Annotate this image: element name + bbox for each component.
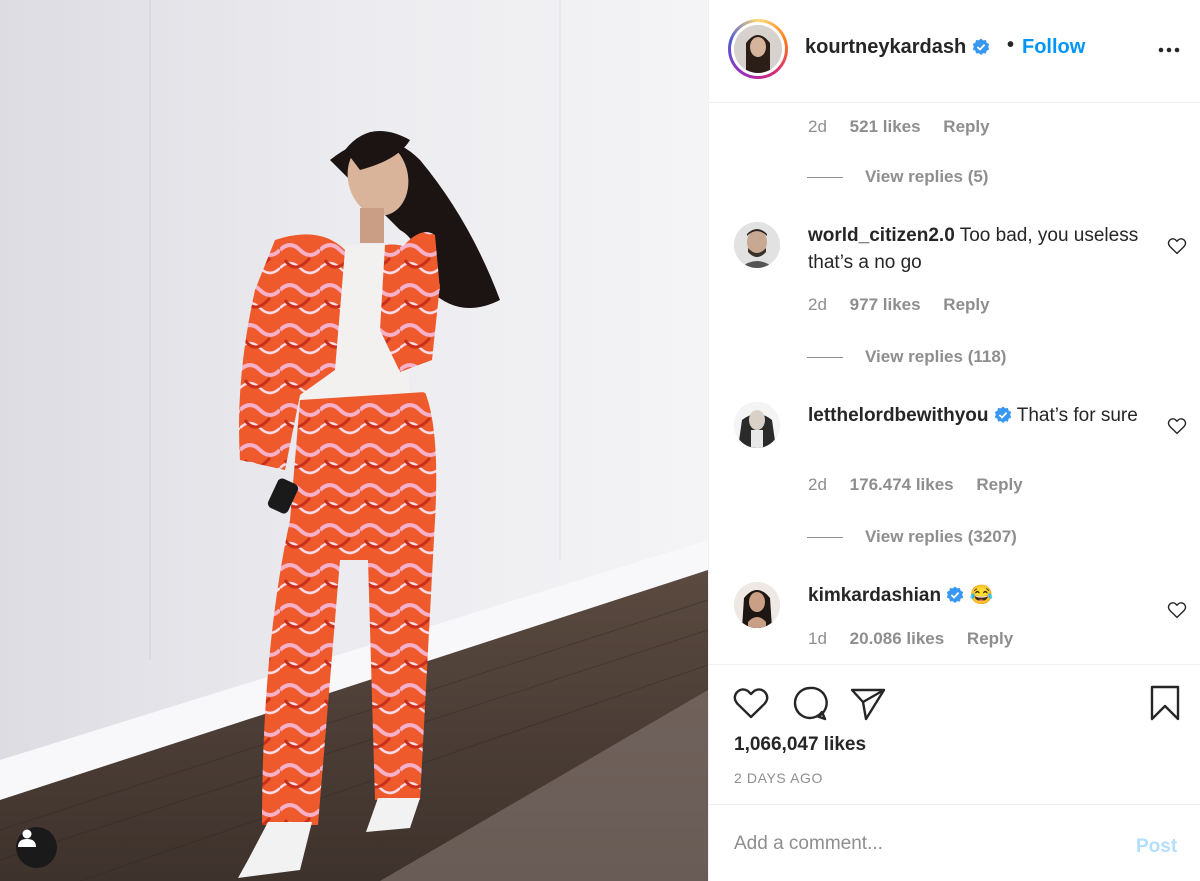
- comment-time: 2d: [808, 475, 827, 494]
- view-replies-button[interactable]: View replies (3207): [807, 527, 1017, 547]
- comment-meta: 2d 176.474 likes Reply: [808, 475, 1023, 495]
- post-comment-button[interactable]: Post: [1136, 836, 1177, 858]
- person-icon: [18, 829, 36, 847]
- author-avatar[interactable]: [728, 19, 788, 79]
- post-actions: 1,066,047 likes 2 DAYS AGO: [709, 664, 1200, 804]
- share-send-icon[interactable]: [849, 684, 887, 722]
- like-comment-heart-icon[interactable]: [1167, 601, 1187, 619]
- post-timestamp: 2 DAYS AGO: [734, 770, 823, 786]
- post-likes-count[interactable]: 1,066,047 likes: [734, 734, 866, 756]
- comments-list[interactable]: 2d 521 likes Reply View replies (5) worl…: [709, 104, 1200, 664]
- post-header: kourtneykardash • Follow: [709, 0, 1200, 103]
- commenter-username[interactable]: world_citizen2.0: [808, 225, 955, 246]
- reply-button[interactable]: Reply: [976, 475, 1022, 494]
- reply-button[interactable]: Reply: [943, 295, 989, 314]
- comment-likes[interactable]: 176.474 likes: [850, 475, 954, 494]
- commenter-avatar[interactable]: [734, 402, 780, 448]
- post-details-panel: kourtneykardash • Follow 2d 521 likes Re…: [708, 0, 1200, 881]
- like-comment-heart-icon[interactable]: [1167, 417, 1187, 435]
- reply-button[interactable]: Reply: [943, 117, 989, 136]
- comment-meta: 2d 521 likes Reply: [808, 117, 990, 137]
- comment-time: 1d: [808, 629, 827, 648]
- verified-badge-icon: [947, 586, 964, 603]
- commenter-avatar[interactable]: [734, 222, 780, 268]
- commenter-avatar-image: [734, 222, 780, 268]
- commenter-avatar-image: [734, 582, 780, 628]
- author-avatar-image: [734, 25, 782, 73]
- commenter-avatar-image: [734, 402, 780, 448]
- post-image: [0, 0, 708, 881]
- view-replies-label[interactable]: View replies (3207): [865, 527, 1017, 546]
- comment-text: letthelordbewithyou That’s for sure: [808, 402, 1148, 429]
- follow-button[interactable]: Follow: [1022, 36, 1085, 59]
- view-replies-line: [807, 537, 843, 539]
- view-replies-line: [807, 357, 843, 359]
- comment-meta: 2d 977 likes Reply: [808, 295, 990, 315]
- verified-badge-icon: [994, 406, 1011, 423]
- header-separator: •: [1007, 34, 1015, 56]
- view-replies-button[interactable]: View replies (118): [807, 347, 1006, 367]
- view-replies-line: [807, 177, 843, 179]
- user-tags-button[interactable]: [16, 827, 57, 868]
- comment-likes[interactable]: 20.086 likes: [850, 629, 945, 648]
- view-replies-label[interactable]: View replies (5): [865, 167, 988, 186]
- add-comment-input[interactable]: [734, 827, 1114, 861]
- author-username-text[interactable]: kourtneykardash: [805, 36, 966, 58]
- comment-time: 2d: [808, 117, 827, 136]
- commenter-avatar[interactable]: [734, 582, 780, 628]
- comment-text: world_citizen2.0 Too bad, you useless th…: [808, 222, 1148, 276]
- post-photo[interactable]: [0, 0, 708, 881]
- comment-bubble-icon[interactable]: [791, 684, 829, 722]
- like-comment-heart-icon[interactable]: [1167, 237, 1187, 255]
- view-replies-label[interactable]: View replies (118): [865, 347, 1006, 366]
- add-comment-bar: Post: [709, 804, 1200, 881]
- comment-body: 😂: [969, 585, 994, 606]
- author-username[interactable]: kourtneykardash: [805, 36, 990, 59]
- save-bookmark-icon[interactable]: [1146, 684, 1184, 722]
- like-heart-icon[interactable]: [732, 684, 770, 722]
- comment-body: That’s for sure: [1016, 405, 1138, 426]
- comment-likes[interactable]: 521 likes: [850, 117, 921, 136]
- comment-text: kimkardashian 😂: [808, 582, 1148, 609]
- comment-meta: 1d 20.086 likes Reply: [808, 629, 1013, 649]
- reply-button[interactable]: Reply: [967, 629, 1013, 648]
- comment-likes[interactable]: 977 likes: [850, 295, 921, 314]
- verified-badge-icon: [972, 38, 989, 55]
- comment-time: 2d: [808, 295, 827, 314]
- view-replies-button[interactable]: View replies (5): [807, 167, 988, 187]
- more-options-icon[interactable]: [1155, 38, 1183, 58]
- commenter-username[interactable]: kimkardashian: [808, 585, 941, 606]
- commenter-username[interactable]: letthelordbewithyou: [808, 405, 989, 426]
